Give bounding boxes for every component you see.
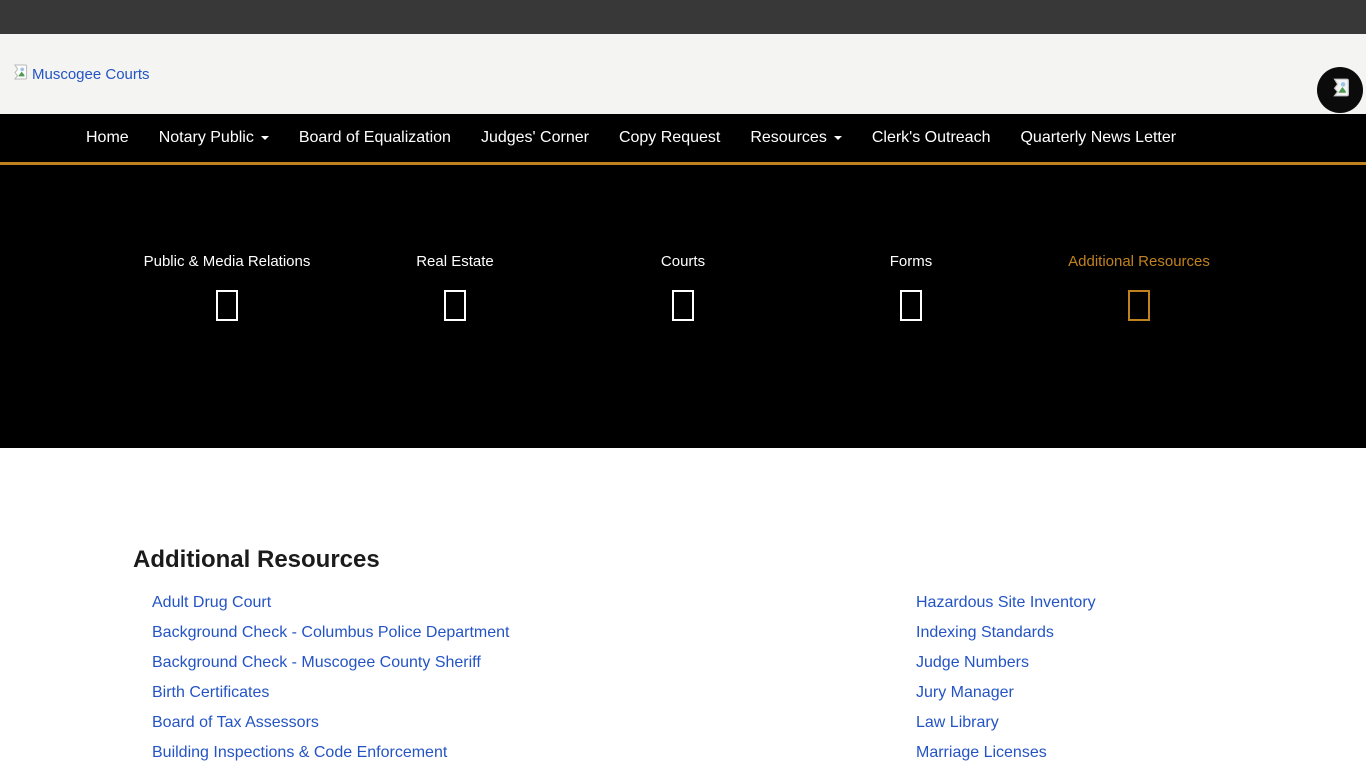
hero-tile-label: Additional Resources [1068,254,1210,270]
list-item: Indexing Standards [916,618,1096,648]
broken-image-icon [1331,78,1350,102]
list-item: Jury Manager [916,678,1096,708]
main-nav: Home Notary Public Board of Equalization… [0,114,1366,165]
list-item: Building Inspections & Code Enforcement [152,738,892,768]
hero-tile-label: Real Estate [416,254,494,270]
nav-item-label: Board of Equalization [299,129,451,147]
nav-item-label: Copy Request [619,129,720,147]
resource-link-judge-numbers[interactable]: Judge Numbers [916,654,1029,671]
nav-item-label: Quarterly News Letter [1020,129,1176,147]
nav-item-home[interactable]: Home [71,114,144,162]
page-title: Additional Resources [133,548,1238,572]
resource-link-background-check-muscogee-sheriff[interactable]: Background Check - Muscogee County Sheri… [152,654,481,671]
nav-item-copy-request[interactable]: Copy Request [604,114,735,162]
missing-glyph-icon [444,290,466,321]
nav-item-quarterly-news-letter[interactable]: Quarterly News Letter [1005,114,1191,162]
resource-link-hazardous-site-inventory[interactable]: Hazardous Site Inventory [916,594,1096,611]
hero-tile-label: Forms [890,254,933,270]
resource-link-background-check-columbus-police[interactable]: Background Check - Columbus Police Depar… [152,624,510,641]
site-header: Muscogee Courts [0,34,1366,114]
list-item: Hazardous Site Inventory [916,588,1096,618]
list-item: Background Check - Muscogee County Sheri… [152,648,892,678]
resource-links-right-column: Hazardous Site Inventory Indexing Standa… [892,588,1096,768]
missing-glyph-icon [216,290,238,321]
nav-item-judges-corner[interactable]: Judges' Corner [466,114,604,162]
nav-item-board-of-equalization[interactable]: Board of Equalization [284,114,466,162]
hero-tile-real-estate[interactable]: Real Estate [341,254,569,321]
list-item: Adult Drug Court [152,588,892,618]
nav-item-label: Judges' Corner [481,129,589,147]
nav-item-label: Resources [750,129,826,147]
resource-link-marriage-licenses[interactable]: Marriage Licenses [916,744,1047,761]
list-item: Judge Numbers [916,648,1096,678]
missing-glyph-icon [672,290,694,321]
nav-item-label: Notary Public [159,129,254,147]
broken-image-icon [12,64,28,84]
resource-link-jury-manager[interactable]: Jury Manager [916,684,1014,701]
missing-glyph-icon [1128,290,1150,321]
nav-item-label: Home [86,129,129,147]
resource-link-board-of-tax-assessors[interactable]: Board of Tax Assessors [152,714,319,731]
site-logo-link[interactable]: Muscogee Courts [12,64,150,84]
resource-link-building-inspections-code-enforcement[interactable]: Building Inspections & Code Enforcement [152,744,447,761]
main-content: Additional Resources Adult Drug Court Ba… [0,448,1366,768]
list-item: Board of Tax Assessors [152,708,892,738]
resource-link-law-library[interactable]: Law Library [916,714,999,731]
hero-tile-forms[interactable]: Forms [797,254,1025,321]
list-item: Background Check - Columbus Police Depar… [152,618,892,648]
list-item: Marriage Licenses [916,738,1096,768]
resource-link-birth-certificates[interactable]: Birth Certificates [152,684,269,701]
hero-tile-courts[interactable]: Courts [569,254,797,321]
hero-tile-public-media-relations[interactable]: Public & Media Relations [113,254,341,321]
nav-item-resources[interactable]: Resources [735,114,856,162]
resource-link-adult-drug-court[interactable]: Adult Drug Court [152,594,271,611]
nav-item-notary-public[interactable]: Notary Public [144,114,284,162]
site-logo-text: Muscogee Courts [32,66,150,83]
nav-item-label: Clerk's Outreach [872,129,991,147]
hero-tile-label: Courts [661,254,705,270]
caret-down-icon [834,136,842,140]
hero-tile-label: Public & Media Relations [144,254,311,270]
top-utility-bar [0,0,1366,34]
list-item: Birth Certificates [152,678,892,708]
hero-band: Public & Media Relations Real Estate Cou… [0,165,1366,448]
floating-widget-button[interactable] [1317,67,1363,113]
hero-tile-additional-resources[interactable]: Additional Resources [1025,254,1253,321]
list-item: Law Library [916,708,1096,738]
missing-glyph-icon [900,290,922,321]
resource-link-indexing-standards[interactable]: Indexing Standards [916,624,1054,641]
nav-item-clerks-outreach[interactable]: Clerk's Outreach [857,114,1006,162]
resource-links-left-column: Adult Drug Court Background Check - Colu… [128,588,892,768]
caret-down-icon [261,136,269,140]
